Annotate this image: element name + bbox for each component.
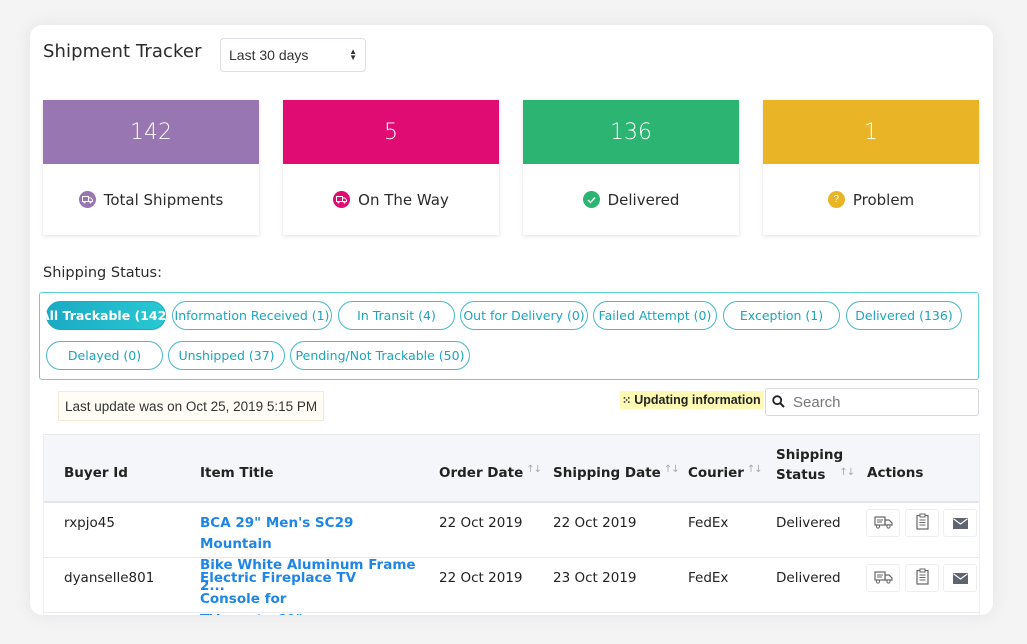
updating-text: Updating information [634, 393, 761, 407]
shipping-status-filters: All Trackable (142) Information Received… [39, 292, 979, 380]
stat-card-on-the-way[interactable]: 5 On The Way [283, 100, 499, 235]
order-date: 22 Oct 2019 [439, 570, 523, 586]
clipboard-icon [915, 513, 929, 534]
stats-row: 142 Total Shipments 5 On The Way 136 Del… [43, 100, 980, 236]
courier: FedEx [688, 570, 729, 586]
stat-label: Total Shipments [103, 190, 224, 209]
filter-all-trackable[interactable]: All Trackable (142) [40, 301, 172, 330]
table-row: dyanselle801 Electric Fireplace TV Conso… [44, 558, 979, 615]
truck-icon [873, 514, 893, 533]
filter-pending-not-trackable[interactable]: Pending/Not Trackable (50) [290, 341, 470, 370]
filter-out-for-delivery[interactable]: Out for Delivery (0) [460, 301, 588, 330]
filter-in-transit[interactable]: In Transit (4) [338, 301, 455, 330]
email-button[interactable] [943, 564, 977, 592]
stat-value: 5 [283, 100, 499, 164]
track-shipment-button[interactable] [866, 509, 900, 537]
page-title: Shipment Tracker [43, 41, 202, 62]
stat-label: Problem [852, 190, 915, 209]
shipping-date: 23 Oct 2019 [553, 570, 637, 586]
filter-exception[interactable]: Exception (1) [723, 301, 840, 330]
filter-unshipped[interactable]: Unshipped (37) [168, 341, 285, 370]
table-row: rxpjo45 BCA 29" Men's SC29 Mountain Bike … [44, 503, 979, 594]
envelope-icon [952, 514, 968, 533]
header-item-title[interactable]: Item Title [200, 465, 273, 481]
date-range-select[interactable]: Last 30 days ▲ ▼ [220, 38, 366, 72]
shipping-date: 22 Oct 2019 [553, 515, 637, 531]
truck-icon [78, 191, 96, 208]
spinner-icon: ⁙ [622, 394, 631, 407]
courier: FedEx [688, 515, 729, 531]
header-courier[interactable]: Courier ↑↓ [688, 464, 763, 482]
buyer-id: rxpjo45 [64, 515, 115, 531]
track-shipment-button[interactable] [866, 564, 900, 592]
stat-card-delivered[interactable]: 136 Delivered [523, 100, 739, 235]
shipment-tracker-card: Shipment Tracker Last 30 days ▲ ▼ 142 Tot… [30, 25, 993, 615]
stat-label: Delivered [607, 190, 680, 209]
stat-card-total-shipments[interactable]: 142 Total Shipments [43, 100, 259, 235]
select-arrows-icon: ▲ ▼ [349, 47, 357, 62]
filter-failed-attempt[interactable]: Failed Attempt (0) [593, 301, 717, 330]
shipping-status: Delivered [776, 515, 841, 531]
last-update-notice: Last update was on Oct 25, 2019 5:15 PM [58, 391, 325, 421]
truck-icon [333, 191, 351, 208]
date-range-value: Last 30 days [229, 47, 309, 63]
sort-icon[interactable]: ↑↓ [526, 464, 542, 475]
header-shipping-status[interactable]: Shipping Status ↑↓ [776, 445, 855, 487]
search-input[interactable] [791, 392, 975, 412]
sort-icon[interactable]: ↑↓ [839, 467, 855, 478]
truck-icon [873, 569, 893, 588]
header-order-date[interactable]: Order Date ↑↓ [439, 464, 542, 482]
shipping-status-label: Shipping Status: [43, 265, 162, 281]
email-button[interactable] [943, 509, 977, 537]
filter-delayed[interactable]: Delayed (0) [46, 341, 163, 370]
buyer-id: dyanselle801 [64, 570, 155, 586]
view-details-button[interactable] [905, 564, 939, 592]
stat-card-problem[interactable]: 1 ? Problem [763, 100, 979, 235]
stat-value: 136 [523, 100, 739, 164]
sort-icon[interactable]: ↑↓ [747, 464, 763, 475]
updating-indicator: ⁙ Updating information [620, 391, 763, 409]
search-box[interactable] [765, 388, 979, 416]
filter-information-received[interactable]: Information Received (1) [172, 301, 332, 330]
check-circle-icon [582, 191, 600, 208]
header-buyer-id[interactable]: Buyer Id [64, 465, 128, 481]
filter-delivered[interactable]: Delivered (136) [846, 301, 962, 330]
question-circle-icon: ? [827, 191, 845, 208]
stat-value: 1 [763, 100, 979, 164]
clipboard-icon [915, 568, 929, 589]
shipments-table: Buyer Id Item Title Order Date ↑↓ Shippin… [43, 434, 980, 615]
table-header: Buyer Id Item Title Order Date ↑↓ Shippin… [44, 434, 979, 503]
item-title-link[interactable]: Electric Fireplace TV Console forTVs up … [200, 568, 420, 615]
envelope-icon [952, 569, 968, 588]
sort-icon[interactable]: ↑↓ [664, 464, 680, 475]
shipping-status: Delivered [776, 570, 841, 586]
order-date: 22 Oct 2019 [439, 515, 523, 531]
header-actions: Actions [867, 465, 924, 481]
header-shipping-date[interactable]: Shipping Date ↑↓ [553, 464, 680, 482]
stat-label: On The Way [358, 190, 449, 209]
search-icon [772, 393, 785, 412]
view-details-button[interactable] [905, 509, 939, 537]
stat-value: 142 [43, 100, 259, 164]
